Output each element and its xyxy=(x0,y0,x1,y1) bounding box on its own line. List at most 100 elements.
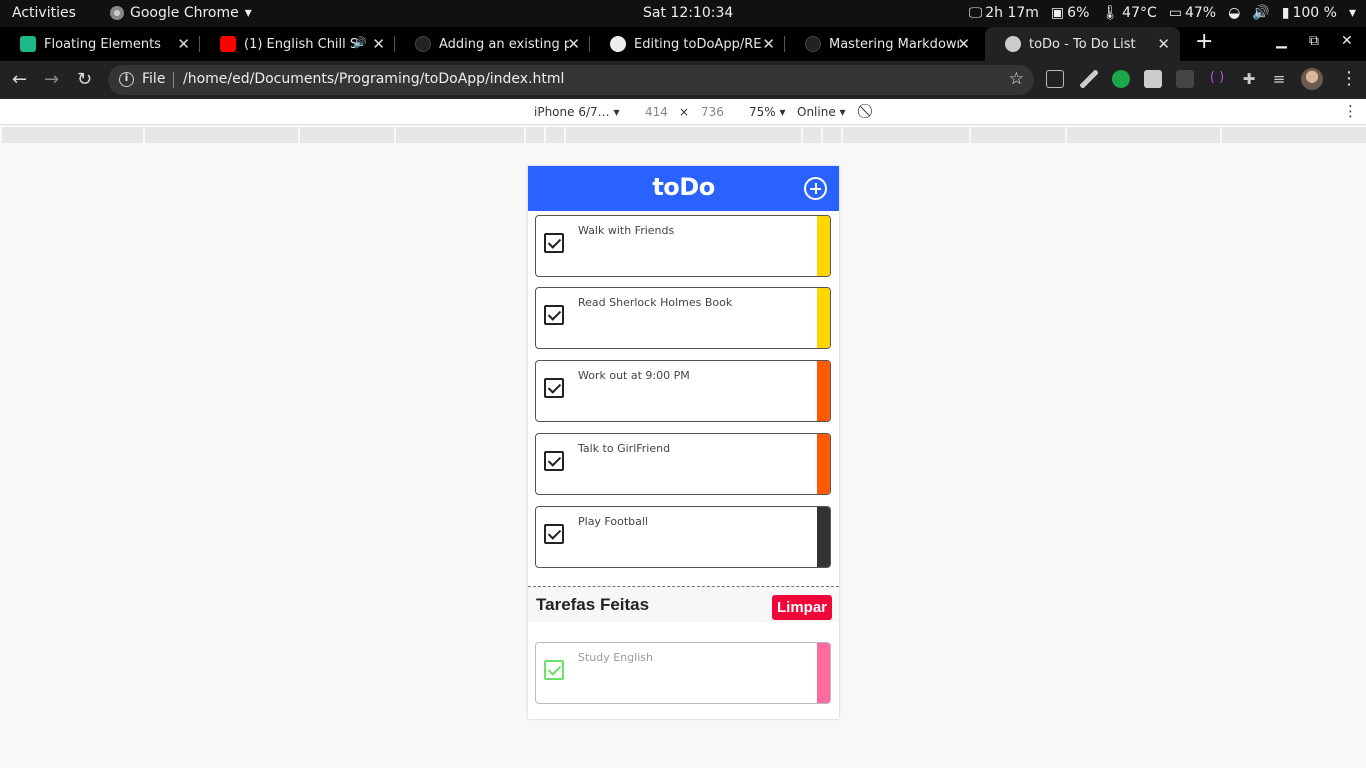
evernote-icon[interactable] xyxy=(1112,70,1130,88)
tab-title: Floating Elements with xyxy=(44,36,164,52)
tab-title: Adding an existing pro xyxy=(439,36,569,52)
device-select[interactable]: iPhone 6/7… ▾ xyxy=(534,105,619,119)
close-tab-icon[interactable]: ✕ xyxy=(957,35,970,53)
checkbox-icon[interactable] xyxy=(544,524,564,544)
task-text: Read Sherlock Holmes Book xyxy=(578,296,733,309)
tab-todo-list[interactable]: toDo - To Do List ✕ xyxy=(985,27,1180,61)
audio-playing-icon[interactable]: 🔊 xyxy=(353,36,367,49)
checkbox-icon[interactable] xyxy=(544,233,564,253)
close-tab-icon[interactable]: ✕ xyxy=(567,35,580,53)
minimize-icon[interactable]: ▁ xyxy=(1276,33,1287,49)
monitor-icon: 🖵 xyxy=(968,5,983,21)
checkbox-icon[interactable] xyxy=(544,305,564,325)
extensions-puzzle-icon[interactable]: ✚ xyxy=(1240,70,1258,88)
dimension-times: × xyxy=(679,105,690,119)
back-icon[interactable]: ← xyxy=(12,69,27,90)
extension-cursor-icon[interactable] xyxy=(1144,70,1162,88)
task-text: Play Football xyxy=(578,515,648,528)
priority-indicator xyxy=(817,361,830,421)
clear-done-button[interactable]: Limpar xyxy=(772,595,832,620)
reload-icon[interactable]: ↻ xyxy=(77,69,92,90)
tab-mastering-markdown[interactable]: Mastering Markdown · ✕ xyxy=(785,27,980,61)
task-text: Work out at 9:00 PM xyxy=(578,369,690,382)
checkbox-icon[interactable] xyxy=(544,378,564,398)
app-title: toDo xyxy=(652,173,715,201)
tab-strip: Floating Elements with ✕ (1) English Chi… xyxy=(0,27,1366,61)
network-throttle-select[interactable]: Online ▾ xyxy=(797,105,846,119)
battery-usage-indicator: ▭ 47% xyxy=(1168,5,1217,21)
tab-floating-elements[interactable]: Floating Elements with ✕ xyxy=(0,27,200,61)
memory-indicator: ▣ 6% xyxy=(1050,5,1090,21)
extension-translate-icon[interactable] xyxy=(1046,70,1064,88)
tab-english-chill[interactable]: (1) English Chill So 🔊 ✕ xyxy=(200,27,395,61)
extension-brackets-icon[interactable]: ( ) xyxy=(1208,70,1226,88)
system-top-bar: Activities Google Chrome ▾ Sat 12:10:34 … xyxy=(0,0,1366,27)
tab-title: Editing toDoApp/REA xyxy=(634,36,762,52)
dropdown-arrow-icon: ▾ xyxy=(244,5,252,21)
device-toolbar-menu-icon[interactable]: ⋮ xyxy=(1343,102,1358,120)
priority-indicator xyxy=(817,288,830,348)
tab-adding-existing[interactable]: Adding an existing pro ✕ xyxy=(395,27,590,61)
task-item[interactable]: Talk to GirlFriend xyxy=(535,433,831,495)
close-tab-icon[interactable]: ✕ xyxy=(177,35,190,53)
battery-icon: ▮ xyxy=(1281,5,1290,21)
favicon-icon xyxy=(20,36,36,52)
priority-indicator xyxy=(817,434,830,494)
extension-sn-icon[interactable] xyxy=(1176,70,1194,88)
url-text[interactable]: /home/ed/Documents/Programing/toDoApp/in… xyxy=(183,71,564,87)
checkbox-checked-icon[interactable] xyxy=(544,660,564,680)
clock[interactable]: Sat 12:10:34 xyxy=(643,5,733,21)
close-tab-icon[interactable]: ✕ xyxy=(762,35,775,53)
priority-indicator xyxy=(817,216,830,276)
close-tab-icon[interactable]: ✕ xyxy=(372,35,385,53)
done-task-item[interactable]: Study English xyxy=(535,642,831,704)
done-section-header: Tarefas Feitas Limpar xyxy=(528,587,839,622)
media-controls-icon[interactable]: ≡ xyxy=(1270,70,1288,88)
battery-indicator: ▮ 100 % xyxy=(1281,5,1337,21)
task-item[interactable]: Read Sherlock Holmes Book xyxy=(535,287,831,349)
new-tab-icon[interactable]: + xyxy=(1195,29,1213,54)
scheme-label: File xyxy=(142,71,166,87)
screen-time-indicator: 🖵 2h 17m xyxy=(968,5,1039,21)
extension-pen-icon[interactable] xyxy=(1080,70,1098,88)
forward-icon[interactable]: → xyxy=(44,69,59,90)
activities-button[interactable]: Activities xyxy=(12,5,76,21)
priority-indicator xyxy=(817,643,830,703)
address-bar[interactable]: i File /home/ed/Documents/Programing/toD… xyxy=(108,65,1034,95)
profile-avatar[interactable] xyxy=(1301,68,1323,90)
wifi-icon: ◒ xyxy=(1228,5,1241,21)
tab-editing-todoapp[interactable]: Editing toDoApp/REA ✕ xyxy=(590,27,785,61)
temperature-indicator: 🌡 47°C xyxy=(1101,5,1157,21)
close-window-icon[interactable]: ✕ xyxy=(1341,33,1353,49)
task-item[interactable]: Work out at 9:00 PM xyxy=(535,360,831,422)
app-menu[interactable]: Google Chrome ▾ xyxy=(110,5,252,21)
youtube-icon xyxy=(220,36,236,52)
tab-title: (1) English Chill So xyxy=(244,36,359,52)
app-header: toDo xyxy=(528,166,839,211)
close-tab-icon[interactable]: ✕ xyxy=(1157,35,1170,53)
github-icon xyxy=(415,36,431,52)
task-item[interactable]: Walk with Friends xyxy=(535,215,831,277)
zoom-select[interactable]: 75% ▾ xyxy=(749,105,786,119)
viewport-width[interactable]: 414 xyxy=(645,105,668,119)
checkbox-icon[interactable] xyxy=(544,451,564,471)
viewport-height[interactable]: 736 xyxy=(701,105,724,119)
chrome-menu-icon[interactable]: ⋮ xyxy=(1340,68,1358,89)
priority-indicator xyxy=(817,507,830,567)
bookmark-star-icon[interactable]: ☆ xyxy=(1009,69,1024,89)
task-item[interactable]: Play Football xyxy=(535,506,831,568)
device-viewport: toDo Walk with Friends Read Sherlock Hol… xyxy=(528,166,839,719)
info-icon[interactable]: i xyxy=(119,72,134,87)
restore-icon[interactable]: ⧉ xyxy=(1309,33,1319,49)
app-name: Google Chrome xyxy=(130,5,239,21)
omnibox-separator xyxy=(173,72,174,88)
task-text: Walk with Friends xyxy=(578,224,675,237)
status-area[interactable]: 🖵 2h 17m ▣ 6% 🌡 47°C ▭ 47% ◒ 🔊 ▮ 100 % ▾ xyxy=(969,5,1356,21)
add-task-icon[interactable] xyxy=(804,177,827,200)
chrome-icon xyxy=(110,6,124,20)
github-icon xyxy=(805,36,821,52)
device-toolbar: iPhone 6/7… ▾ 414 × 736 75% ▾ Online ▾ ⃠… xyxy=(0,99,1366,125)
globe-icon xyxy=(1005,36,1021,52)
github-icon xyxy=(610,36,626,52)
media-query-bar[interactable] xyxy=(0,127,1366,144)
